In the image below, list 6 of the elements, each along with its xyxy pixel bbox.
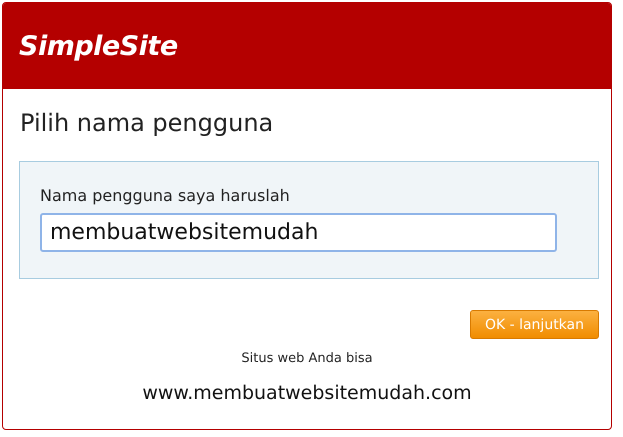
- page-title: Pilih nama pengguna: [20, 109, 274, 137]
- website-url: www.membuatwebsitemudah.com: [141, 382, 473, 404]
- note-text: Situs web Anda bisa: [240, 351, 374, 366]
- field-label: Nama pengguna saya haruslah: [40, 186, 291, 205]
- logo: SimpleSite: [19, 30, 178, 62]
- username-field[interactable]: membuatwebsitemudah: [40, 213, 557, 252]
